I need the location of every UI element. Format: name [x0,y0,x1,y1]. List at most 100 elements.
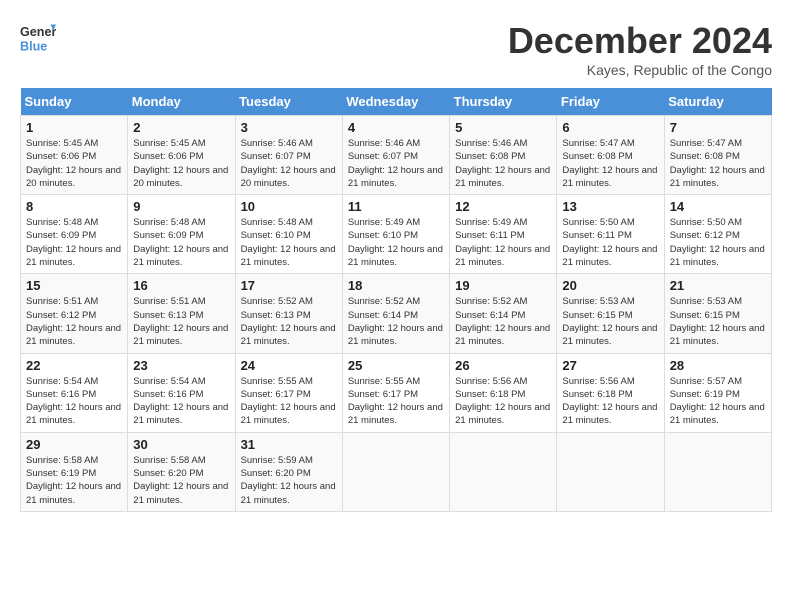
table-row: 24 Sunrise: 5:55 AMSunset: 6:17 PMDaylig… [235,353,342,432]
day-info: Sunrise: 5:54 AMSunset: 6:16 PMDaylight:… [133,375,229,428]
day-number: 19 [455,278,551,293]
day-number: 26 [455,358,551,373]
table-row: 9 Sunrise: 5:48 AMSunset: 6:09 PMDayligh… [128,195,235,274]
table-row: 11 Sunrise: 5:49 AMSunset: 6:10 PMDaylig… [342,195,449,274]
day-info: Sunrise: 5:52 AMSunset: 6:14 PMDaylight:… [348,295,444,348]
table-row: 14 Sunrise: 5:50 AMSunset: 6:12 PMDaylig… [664,195,771,274]
day-info: Sunrise: 5:49 AMSunset: 6:11 PMDaylight:… [455,216,551,269]
table-row: 23 Sunrise: 5:54 AMSunset: 6:16 PMDaylig… [128,353,235,432]
header-tuesday: Tuesday [235,88,342,116]
day-info: Sunrise: 5:53 AMSunset: 6:15 PMDaylight:… [562,295,658,348]
table-row: 3 Sunrise: 5:46 AMSunset: 6:07 PMDayligh… [235,116,342,195]
location-subtitle: Kayes, Republic of the Congo [508,62,772,78]
day-number: 17 [241,278,337,293]
day-number: 28 [670,358,766,373]
day-info: Sunrise: 5:58 AMSunset: 6:19 PMDaylight:… [26,454,122,507]
table-row: 16 Sunrise: 5:51 AMSunset: 6:13 PMDaylig… [128,274,235,353]
day-info: Sunrise: 5:49 AMSunset: 6:10 PMDaylight:… [348,216,444,269]
day-number: 18 [348,278,444,293]
table-row: 31 Sunrise: 5:59 AMSunset: 6:20 PMDaylig… [235,432,342,511]
day-info: Sunrise: 5:47 AMSunset: 6:08 PMDaylight:… [670,137,766,190]
day-number: 23 [133,358,229,373]
calendar-row: 29 Sunrise: 5:58 AMSunset: 6:19 PMDaylig… [21,432,772,511]
day-number: 14 [670,199,766,214]
day-info: Sunrise: 5:59 AMSunset: 6:20 PMDaylight:… [241,454,337,507]
day-number: 2 [133,120,229,135]
day-number: 4 [348,120,444,135]
day-info: Sunrise: 5:48 AMSunset: 6:10 PMDaylight:… [241,216,337,269]
day-number: 12 [455,199,551,214]
day-header-row: Sunday Monday Tuesday Wednesday Thursday… [21,88,772,116]
day-number: 20 [562,278,658,293]
header-friday: Friday [557,88,664,116]
day-number: 24 [241,358,337,373]
logo-icon: General Blue [20,20,56,56]
day-info: Sunrise: 5:46 AMSunset: 6:07 PMDaylight:… [241,137,337,190]
calendar-row: 15 Sunrise: 5:51 AMSunset: 6:12 PMDaylig… [21,274,772,353]
table-row: 20 Sunrise: 5:53 AMSunset: 6:15 PMDaylig… [557,274,664,353]
day-number: 10 [241,199,337,214]
svg-text:Blue: Blue [20,40,47,54]
table-row: 8 Sunrise: 5:48 AMSunset: 6:09 PMDayligh… [21,195,128,274]
table-row: 17 Sunrise: 5:52 AMSunset: 6:13 PMDaylig… [235,274,342,353]
day-number: 16 [133,278,229,293]
calendar-row: 1 Sunrise: 5:45 AMSunset: 6:06 PMDayligh… [21,116,772,195]
day-number: 22 [26,358,122,373]
table-row [342,432,449,511]
header-sunday: Sunday [21,88,128,116]
table-row: 6 Sunrise: 5:47 AMSunset: 6:08 PMDayligh… [557,116,664,195]
day-number: 21 [670,278,766,293]
table-row: 12 Sunrise: 5:49 AMSunset: 6:11 PMDaylig… [450,195,557,274]
page-header: General Blue December 2024 Kayes, Republ… [20,20,772,78]
header-wednesday: Wednesday [342,88,449,116]
day-number: 13 [562,199,658,214]
day-number: 25 [348,358,444,373]
day-number: 27 [562,358,658,373]
day-info: Sunrise: 5:52 AMSunset: 6:13 PMDaylight:… [241,295,337,348]
calendar-row: 8 Sunrise: 5:48 AMSunset: 6:09 PMDayligh… [21,195,772,274]
day-number: 15 [26,278,122,293]
table-row: 29 Sunrise: 5:58 AMSunset: 6:19 PMDaylig… [21,432,128,511]
table-row: 21 Sunrise: 5:53 AMSunset: 6:15 PMDaylig… [664,274,771,353]
table-row [664,432,771,511]
table-row: 28 Sunrise: 5:57 AMSunset: 6:19 PMDaylig… [664,353,771,432]
table-row: 5 Sunrise: 5:46 AMSunset: 6:08 PMDayligh… [450,116,557,195]
logo: General Blue [20,20,56,56]
day-info: Sunrise: 5:58 AMSunset: 6:20 PMDaylight:… [133,454,229,507]
day-number: 1 [26,120,122,135]
table-row: 30 Sunrise: 5:58 AMSunset: 6:20 PMDaylig… [128,432,235,511]
calendar-table: Sunday Monday Tuesday Wednesday Thursday… [20,88,772,512]
calendar-row: 22 Sunrise: 5:54 AMSunset: 6:16 PMDaylig… [21,353,772,432]
day-number: 5 [455,120,551,135]
table-row: 27 Sunrise: 5:56 AMSunset: 6:18 PMDaylig… [557,353,664,432]
day-number: 3 [241,120,337,135]
svg-text:General: General [20,25,56,39]
day-info: Sunrise: 5:54 AMSunset: 6:16 PMDaylight:… [26,375,122,428]
table-row: 15 Sunrise: 5:51 AMSunset: 6:12 PMDaylig… [21,274,128,353]
table-row: 13 Sunrise: 5:50 AMSunset: 6:11 PMDaylig… [557,195,664,274]
day-info: Sunrise: 5:56 AMSunset: 6:18 PMDaylight:… [562,375,658,428]
day-info: Sunrise: 5:45 AMSunset: 6:06 PMDaylight:… [26,137,122,190]
day-info: Sunrise: 5:52 AMSunset: 6:14 PMDaylight:… [455,295,551,348]
day-info: Sunrise: 5:47 AMSunset: 6:08 PMDaylight:… [562,137,658,190]
month-title: December 2024 [508,20,772,62]
day-number: 8 [26,199,122,214]
table-row: 18 Sunrise: 5:52 AMSunset: 6:14 PMDaylig… [342,274,449,353]
table-row: 2 Sunrise: 5:45 AMSunset: 6:06 PMDayligh… [128,116,235,195]
header-thursday: Thursday [450,88,557,116]
day-info: Sunrise: 5:56 AMSunset: 6:18 PMDaylight:… [455,375,551,428]
day-number: 31 [241,437,337,452]
day-info: Sunrise: 5:46 AMSunset: 6:08 PMDaylight:… [455,137,551,190]
table-row: 26 Sunrise: 5:56 AMSunset: 6:18 PMDaylig… [450,353,557,432]
header-monday: Monday [128,88,235,116]
title-area: December 2024 Kayes, Republic of the Con… [508,20,772,78]
header-saturday: Saturday [664,88,771,116]
table-row [450,432,557,511]
day-number: 30 [133,437,229,452]
table-row [557,432,664,511]
day-info: Sunrise: 5:45 AMSunset: 6:06 PMDaylight:… [133,137,229,190]
table-row: 22 Sunrise: 5:54 AMSunset: 6:16 PMDaylig… [21,353,128,432]
table-row: 10 Sunrise: 5:48 AMSunset: 6:10 PMDaylig… [235,195,342,274]
day-info: Sunrise: 5:55 AMSunset: 6:17 PMDaylight:… [348,375,444,428]
day-info: Sunrise: 5:53 AMSunset: 6:15 PMDaylight:… [670,295,766,348]
